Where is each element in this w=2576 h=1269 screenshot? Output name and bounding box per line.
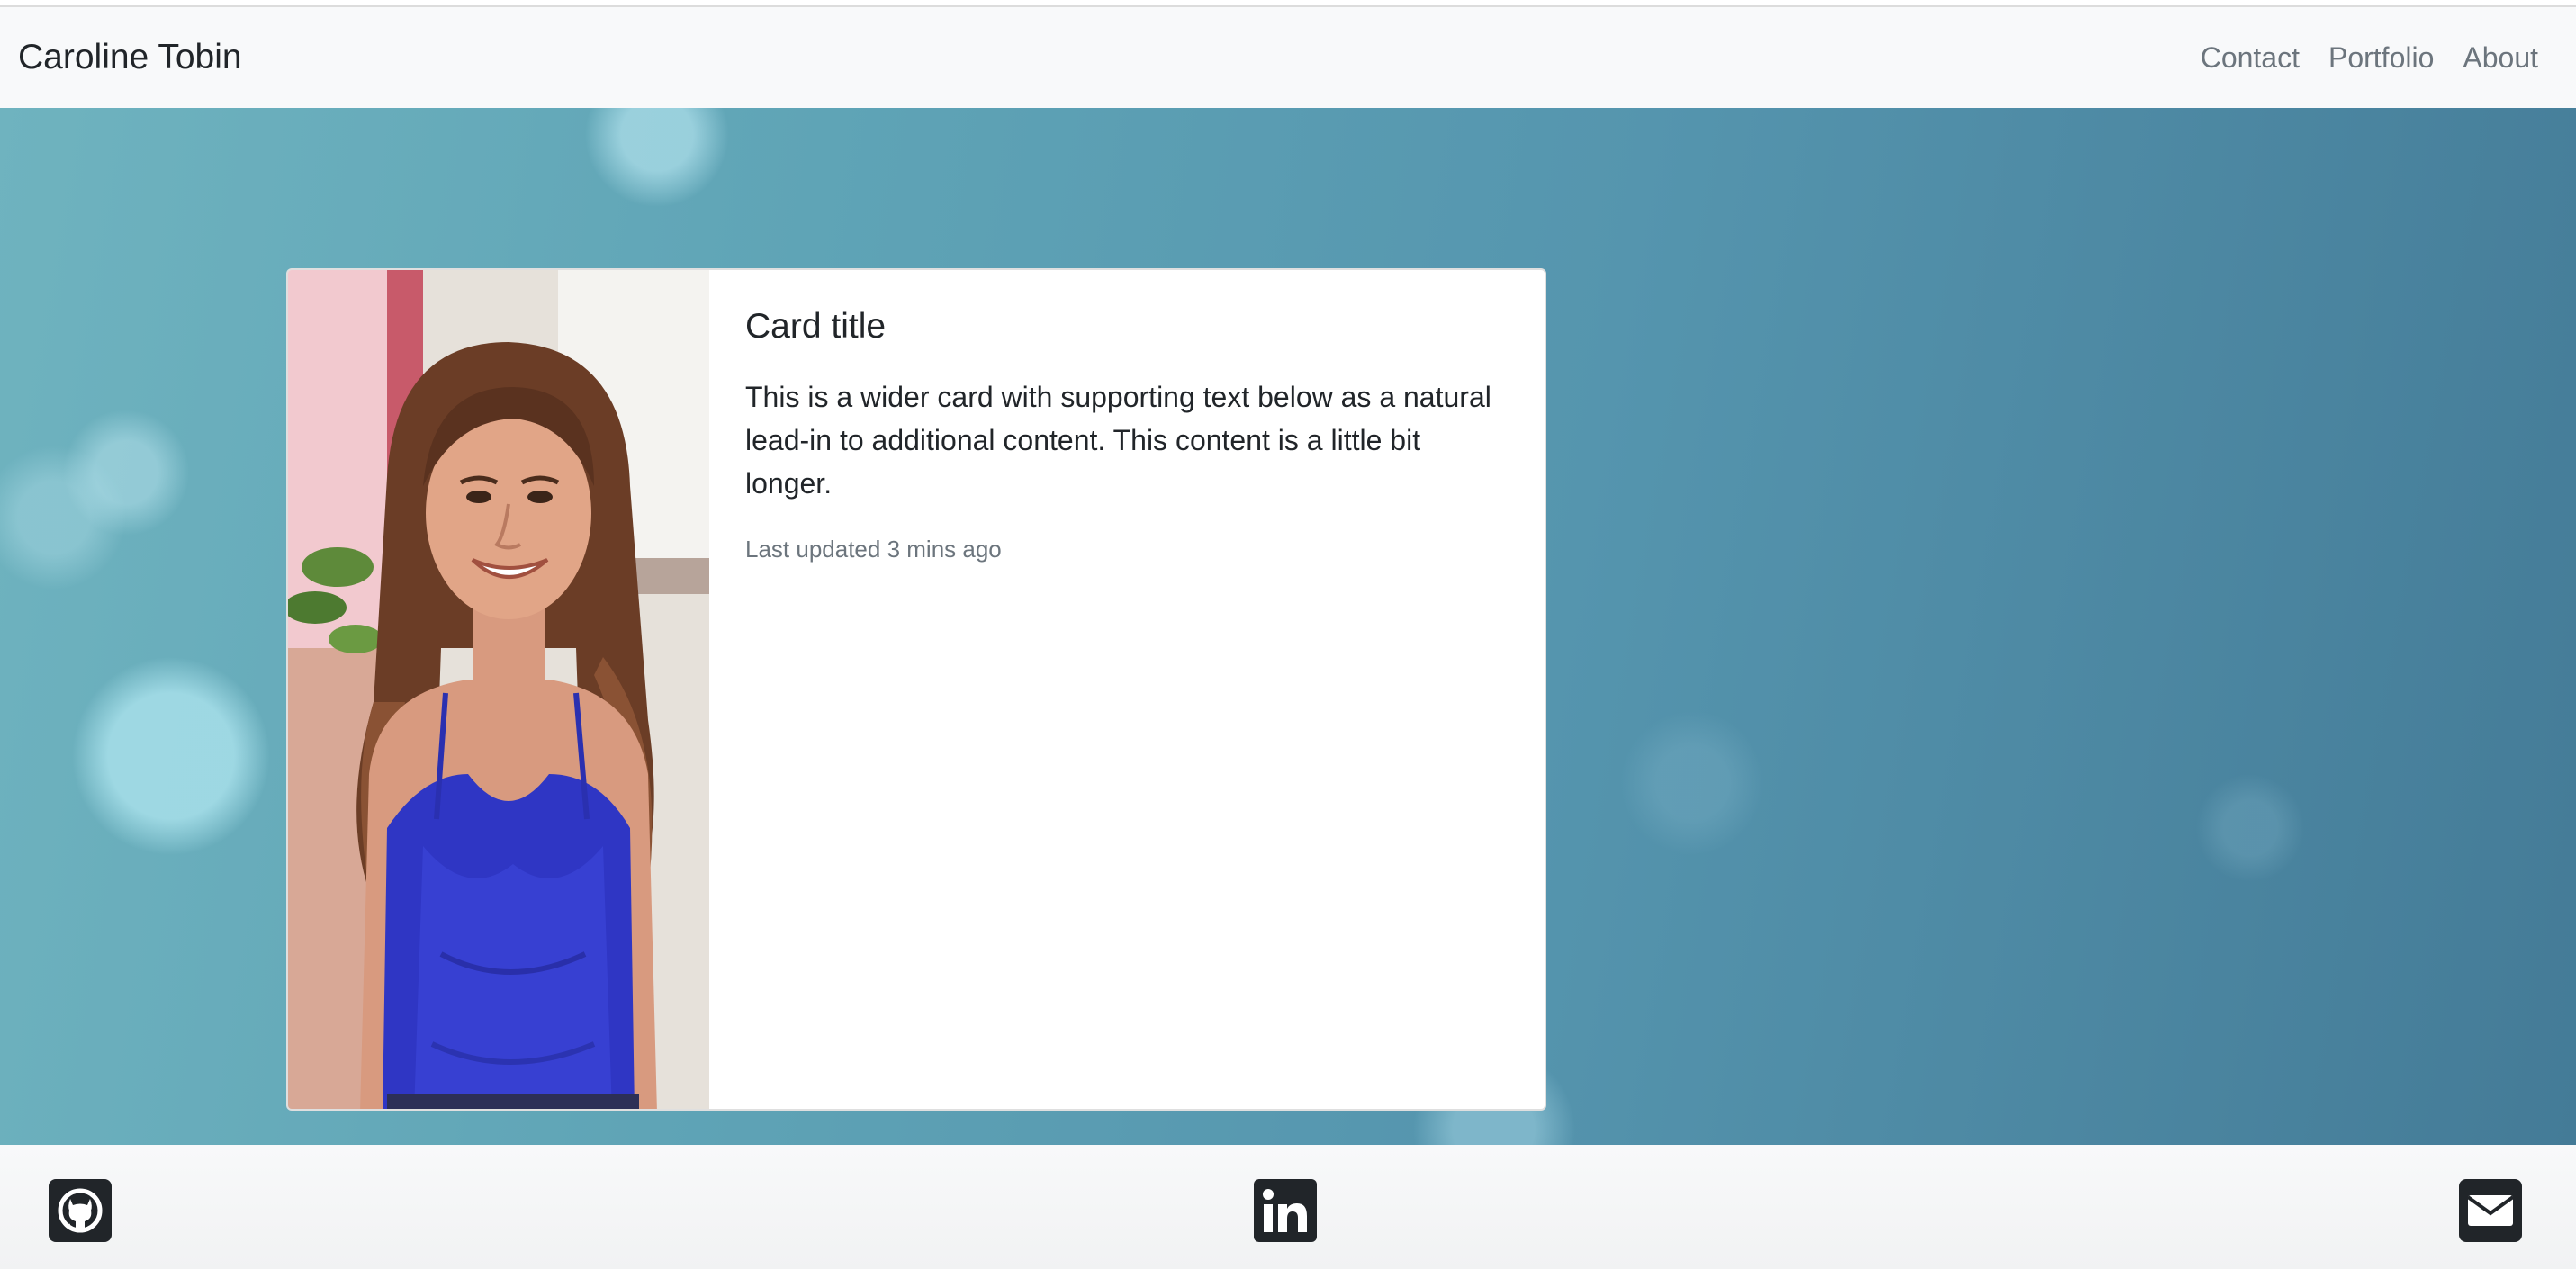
profile-photo: [288, 270, 709, 1109]
profile-card: Card title This is a wider card with sup…: [286, 268, 1546, 1111]
nav-links: Contact Portfolio About: [2201, 41, 2538, 75]
nav-link-about[interactable]: About: [2463, 41, 2538, 75]
github-icon[interactable]: [49, 1179, 112, 1242]
navbar: Caroline Tobin Contact Portfolio About: [0, 7, 2576, 108]
envelope-icon[interactable]: [2459, 1179, 2522, 1242]
profile-photo-illustration: [288, 270, 709, 1109]
footer: [0, 1145, 2576, 1269]
last-updated-text: Last updated 3 mins ago: [745, 535, 1002, 562]
linkedin-icon[interactable]: [1254, 1179, 1317, 1242]
hero-background: Card title This is a wider card with sup…: [0, 108, 2576, 1145]
nav-link-contact[interactable]: Contact: [2201, 41, 2300, 75]
brand-link[interactable]: Caroline Tobin: [18, 38, 242, 77]
card-title: Card title: [745, 307, 887, 346]
nav-link-portfolio[interactable]: Portfolio: [2328, 41, 2434, 75]
card-text: This is a wider card with supporting tex…: [745, 380, 1491, 500]
card-body: Card title This is a wider card with sup…: [709, 270, 1545, 1109]
top-border: [0, 0, 2576, 7]
